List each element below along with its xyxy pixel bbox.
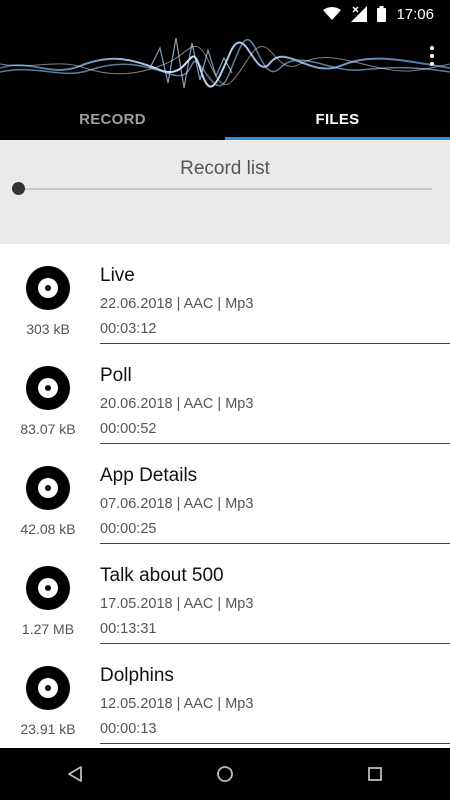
record-duration: 00:03:12 — [100, 321, 157, 337]
clock: 17:06 — [396, 5, 434, 23]
record-name: Poll — [100, 365, 132, 386]
record-name: Talk about 500 — [100, 565, 224, 586]
list-item[interactable]: 1.27 MB Talk about 500 17.05.2018 | AAC … — [0, 544, 450, 644]
record-duration: 00:00:25 — [100, 521, 157, 537]
recents-icon[interactable] — [355, 754, 395, 794]
record-duration: 00:00:13 — [100, 721, 157, 737]
divider — [100, 743, 450, 744]
tab-record[interactable]: RECORD — [0, 98, 225, 140]
record-name: Dolphins — [100, 665, 174, 686]
signal-icon — [351, 6, 368, 22]
list-item[interactable]: 303 kB Live 22.06.2018 | AAC | Mp3 00:03… — [0, 244, 450, 344]
disc-icon — [26, 366, 70, 410]
record-meta: 12.05.2018 | AAC | Mp3 — [100, 696, 254, 712]
back-icon[interactable] — [55, 754, 95, 794]
record-name: Live — [100, 265, 135, 286]
battery-icon — [377, 6, 387, 22]
record-meta: 22.06.2018 | AAC | Mp3 — [100, 296, 254, 312]
navigation-bar — [0, 748, 450, 800]
waveform-banner — [0, 37, 450, 89]
tab-bar: RECORD FILES — [0, 98, 450, 140]
disc-icon — [26, 466, 70, 510]
file-size: 23.91 kB — [20, 721, 76, 737]
record-panel: Record list — [0, 140, 450, 244]
file-size: 1.27 MB — [21, 621, 75, 637]
tab-files[interactable]: FILES — [225, 98, 450, 140]
playback-slider-thumb[interactable] — [11, 182, 25, 195]
record-duration: 00:00:52 — [100, 421, 157, 437]
list-item[interactable]: 23.91 kB Dolphins 12.05.2018 | AAC | Mp3… — [0, 644, 450, 744]
more-options-icon[interactable] — [426, 46, 438, 66]
disc-icon — [26, 666, 70, 710]
record-name: App Details — [100, 465, 198, 486]
list-item[interactable]: 42.08 kB App Details 07.06.2018 | AAC | … — [0, 444, 450, 544]
disc-icon — [26, 566, 70, 610]
home-icon[interactable] — [205, 754, 245, 794]
file-size: 42.08 kB — [20, 521, 76, 537]
record-meta: 07.06.2018 | AAC | Mp3 — [100, 496, 254, 512]
record-duration: 00:13:31 — [100, 621, 157, 637]
wifi-icon — [323, 7, 342, 20]
record-list-title: Record list — [180, 158, 270, 179]
disc-icon — [26, 266, 70, 310]
file-size: 303 kB — [26, 321, 70, 337]
record-meta: 17.05.2018 | AAC | Mp3 — [100, 596, 254, 612]
status-bar: 17:06 — [0, 0, 450, 28]
playback-slider-track[interactable] — [18, 188, 432, 190]
record-meta: 20.06.2018 | AAC | Mp3 — [100, 396, 254, 412]
file-size: 83.07 kB — [20, 421, 76, 437]
recordings-list: 303 kB Live 22.06.2018 | AAC | Mp3 00:03… — [0, 244, 450, 748]
list-item[interactable]: 83.07 kB Poll 20.06.2018 | AAC | Mp3 00:… — [0, 344, 450, 444]
app-header: RECORD FILES — [0, 28, 450, 140]
